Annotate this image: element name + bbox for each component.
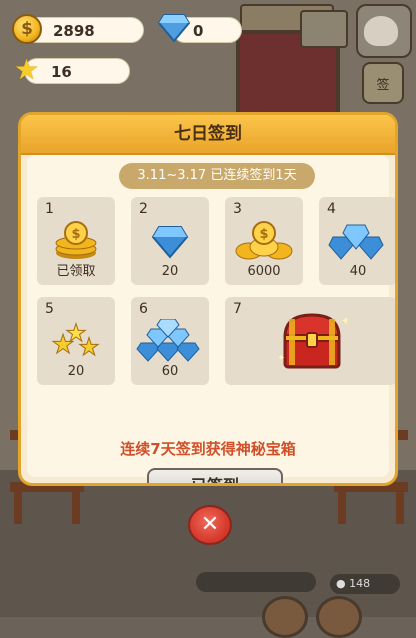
table-leg	[396, 490, 404, 524]
gem-value: 0	[193, 22, 204, 40]
table-leg	[14, 490, 22, 524]
bonus-hint: 连续7天签到获得神秘宝箱	[120, 440, 296, 458]
gem-heap-icon	[136, 319, 200, 362]
log-stump	[262, 596, 308, 638]
table-leg	[72, 490, 80, 524]
svg-text:$: $	[71, 227, 80, 242]
day-card-5[interactable]: 5 ★ ★ ★ 20	[37, 297, 115, 385]
close-button[interactable]: ✕	[188, 505, 232, 545]
treasure-chest-icon: ✦ ✦	[277, 313, 347, 369]
day-reward-label: 20	[67, 364, 85, 379]
day-reward-label: 6000	[247, 264, 281, 279]
day-card-1[interactable]: 1 $ 已领取	[37, 197, 115, 285]
day-reward-label: 40	[349, 264, 367, 279]
dialog-title: 七日签到	[21, 115, 395, 155]
svg-text:✦: ✦	[277, 353, 285, 364]
day-card-6[interactable]: 6 60	[131, 297, 209, 385]
svg-text:✦: ✦	[341, 314, 347, 328]
checkin-dialog: 七日签到 3.11~3.17 已连续签到1天 1 $ 已领取 2 20 3 $ …	[18, 112, 398, 486]
coin-small-icon: ●	[336, 577, 346, 590]
bottom-coin-counter: ● 148	[330, 574, 400, 594]
cat-face-icon	[364, 16, 398, 46]
checkin-period: 3.11~3.17 已连续签到1天	[119, 163, 315, 189]
log-stump	[316, 596, 362, 638]
table-leg	[338, 490, 346, 524]
checkin-shortcut-button[interactable]: 签	[362, 62, 404, 104]
gem-pile-icon	[328, 224, 384, 260]
coin-icon: $	[12, 14, 42, 44]
day-card-3[interactable]: 3 $ 6000	[225, 197, 303, 285]
day-number: 5	[45, 301, 54, 317]
dialog-body: 3.11~3.17 已连续签到1天 1 $ 已领取 2 20 3 $ 6000 …	[27, 155, 395, 483]
coin-pile-icon: $	[235, 221, 293, 260]
svg-text:$: $	[259, 227, 268, 242]
menu-board-button[interactable]	[300, 10, 348, 48]
day-reward-label: 60	[161, 364, 179, 379]
day-number: 2	[139, 201, 148, 217]
day-reward-label: 20	[161, 264, 179, 279]
coin-counter: 2898	[24, 17, 144, 43]
day-number: 4	[327, 201, 336, 217]
day-number: 6	[139, 301, 148, 317]
gem-icon	[158, 14, 190, 43]
gem-icon	[151, 226, 189, 259]
day-card-2[interactable]: 2 20	[131, 197, 209, 285]
progress-bar	[196, 572, 316, 592]
day-card-4[interactable]: 4 40	[319, 197, 395, 285]
close-icon: ✕	[200, 512, 220, 537]
coin-stack-icon: $	[55, 221, 97, 259]
star-pile-icon: ★ ★ ★	[51, 319, 100, 362]
day-number: 1	[45, 201, 54, 217]
coin-value: 2898	[53, 22, 95, 40]
star-value: 16	[51, 63, 72, 81]
star-icon: ★	[14, 53, 40, 86]
day-reward-label: 已领取	[56, 264, 96, 279]
svg-text:★: ★	[65, 319, 87, 347]
star-counter: 16	[24, 58, 130, 84]
signed-in-button[interactable]: 已签到	[147, 468, 283, 483]
bottom-coin-value: 148	[349, 577, 371, 590]
checkin-shortcut-label: 签	[376, 78, 390, 93]
day-card-7[interactable]: 7 ✦ ✦	[225, 297, 395, 385]
day-number: 3	[233, 201, 242, 217]
day-number: 7	[233, 301, 242, 317]
